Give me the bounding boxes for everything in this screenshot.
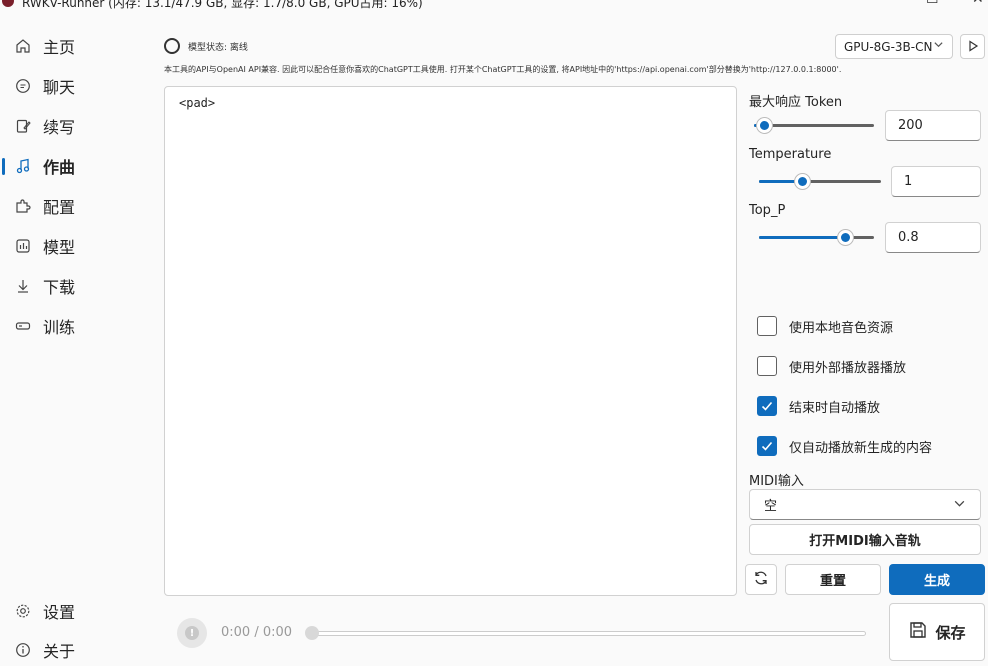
max-tokens-input[interactable]: 200 xyxy=(885,110,981,141)
option-autoplay-new-only[interactable]: 仅自动播放新生成的内容 xyxy=(757,436,932,456)
sidebar-item-completion[interactable]: 续写 xyxy=(0,110,150,142)
composition-editor[interactable]: <pad> xyxy=(164,86,737,596)
save-button-label: 保存 xyxy=(935,623,966,642)
api-notice: 本工具的API与OpenAI API兼容. 因此可以配合任意你喜欢的ChatGP… xyxy=(164,65,842,74)
checkbox-label: 结束时自动播放 xyxy=(789,400,881,416)
sidebar-item-label: 作曲 xyxy=(43,158,76,177)
chevron-down-icon xyxy=(953,497,966,513)
player-time: 0:00 / 0:00 xyxy=(221,625,293,640)
sidebar: 主页 聊天 续写 作曲 配置 模型 下载 训练 设置 关于 xyxy=(0,28,150,661)
home-icon xyxy=(14,37,32,55)
settings-icon xyxy=(14,602,32,620)
sidebar-item-downloads[interactable]: 下载 xyxy=(0,270,150,302)
title-bar: RWKV-Runner (内存: 13.1/47.9 GB, 显存: 1.7/8… xyxy=(0,0,988,10)
player-progress-track[interactable] xyxy=(310,631,866,636)
model-status-label: 模型状态: 离线 xyxy=(188,43,248,53)
player-play-button[interactable]: ! xyxy=(177,618,207,648)
sidebar-item-chat[interactable]: 聊天 xyxy=(0,70,150,102)
sidebar-item-label: 续写 xyxy=(43,118,76,137)
sidebar-item-models[interactable]: 模型 xyxy=(0,230,150,262)
sidebar-item-label: 关于 xyxy=(43,642,76,661)
model-icon xyxy=(14,237,32,255)
play-icon xyxy=(967,37,979,56)
checkbox[interactable] xyxy=(757,396,777,416)
refresh-button[interactable] xyxy=(745,564,777,595)
option-external-player[interactable]: 使用外部播放器播放 xyxy=(757,356,906,376)
midi-player: ! 0:00 / 0:00 xyxy=(164,612,884,652)
music-note-icon xyxy=(14,157,32,175)
max-tokens-label: 最大响应 Token xyxy=(749,95,843,110)
chat-icon xyxy=(14,77,32,95)
temperature-input[interactable]: 1 xyxy=(891,166,981,197)
sidebar-item-settings[interactable]: 设置 xyxy=(0,595,150,627)
model-config-select[interactable]: GPU-8G-3B-CN xyxy=(835,34,953,59)
generate-button[interactable]: 生成 xyxy=(889,564,985,595)
checkbox-label: 使用外部播放器播放 xyxy=(789,360,907,376)
download-icon xyxy=(14,277,32,295)
model-config-value: GPU-8G-3B-CN xyxy=(844,39,933,54)
save-icon xyxy=(908,620,935,644)
slider-thumb[interactable] xyxy=(794,173,811,190)
checkbox-label: 使用本地音色资源 xyxy=(789,320,894,336)
slider-thumb[interactable] xyxy=(756,117,773,134)
run-button[interactable] xyxy=(960,34,985,59)
train-icon xyxy=(14,317,32,335)
save-button[interactable]: 保存 xyxy=(889,603,985,661)
checkbox[interactable] xyxy=(757,316,777,336)
puzzle-icon xyxy=(14,197,32,215)
top-p-label: Top_P xyxy=(749,203,786,218)
temperature-slider[interactable] xyxy=(759,171,881,191)
checkbox[interactable] xyxy=(757,436,777,456)
sidebar-item-train[interactable]: 训练 xyxy=(0,310,150,342)
sidebar-item-label: 训练 xyxy=(43,318,76,337)
top-p-input[interactable]: 0.8 xyxy=(885,222,981,253)
temperature-label: Temperature xyxy=(749,147,832,162)
top-p-slider[interactable] xyxy=(759,227,874,247)
sidebar-item-home[interactable]: 主页 xyxy=(0,30,150,62)
alert-icon: ! xyxy=(185,626,199,640)
sidebar-item-composition[interactable]: 作曲 xyxy=(0,150,150,182)
checkbox[interactable] xyxy=(757,356,777,376)
checkbox-label: 仅自动播放新生成的内容 xyxy=(789,440,933,456)
reset-button[interactable]: 重置 xyxy=(785,564,881,595)
window-title: RWKV-Runner (内存: 13.1/47.9 GB, 显存: 1.7/8… xyxy=(22,0,423,10)
sidebar-item-label: 下载 xyxy=(43,278,76,297)
app-icon xyxy=(2,0,14,7)
edit-icon xyxy=(14,117,32,135)
info-icon xyxy=(14,641,32,659)
sidebar-item-label: 配置 xyxy=(43,198,76,217)
sidebar-item-about[interactable]: 关于 xyxy=(0,634,150,666)
refresh-icon xyxy=(753,570,769,590)
sidebar-item-label: 模型 xyxy=(43,238,76,257)
midi-input-label: MIDI输入 xyxy=(749,474,804,489)
maximize-button[interactable]: ☐ xyxy=(926,0,939,7)
minimize-button[interactable]: — xyxy=(880,0,894,7)
slider-thumb[interactable] xyxy=(837,229,854,246)
chevron-down-icon xyxy=(933,39,944,53)
status-indicator[interactable] xyxy=(164,38,180,54)
sidebar-item-label: 主页 xyxy=(43,38,76,57)
close-button[interactable]: ✕ xyxy=(972,0,984,7)
max-tokens-slider[interactable] xyxy=(754,115,874,135)
sidebar-item-config[interactable]: 配置 xyxy=(0,190,150,222)
checkmark-icon xyxy=(761,401,773,411)
open-midi-track-button[interactable]: 打开MIDI输入音轨 xyxy=(749,524,981,555)
midi-input-value: 空 xyxy=(764,499,778,514)
player-progress-thumb[interactable] xyxy=(305,626,319,640)
option-autoplay-at-end[interactable]: 结束时自动播放 xyxy=(757,396,880,416)
midi-input-select[interactable]: 空 xyxy=(749,489,981,520)
sidebar-item-label: 设置 xyxy=(43,603,76,622)
option-local-soundfont[interactable]: 使用本地音色资源 xyxy=(757,316,893,336)
sidebar-item-label: 聊天 xyxy=(43,78,76,97)
checkmark-icon xyxy=(761,441,773,451)
